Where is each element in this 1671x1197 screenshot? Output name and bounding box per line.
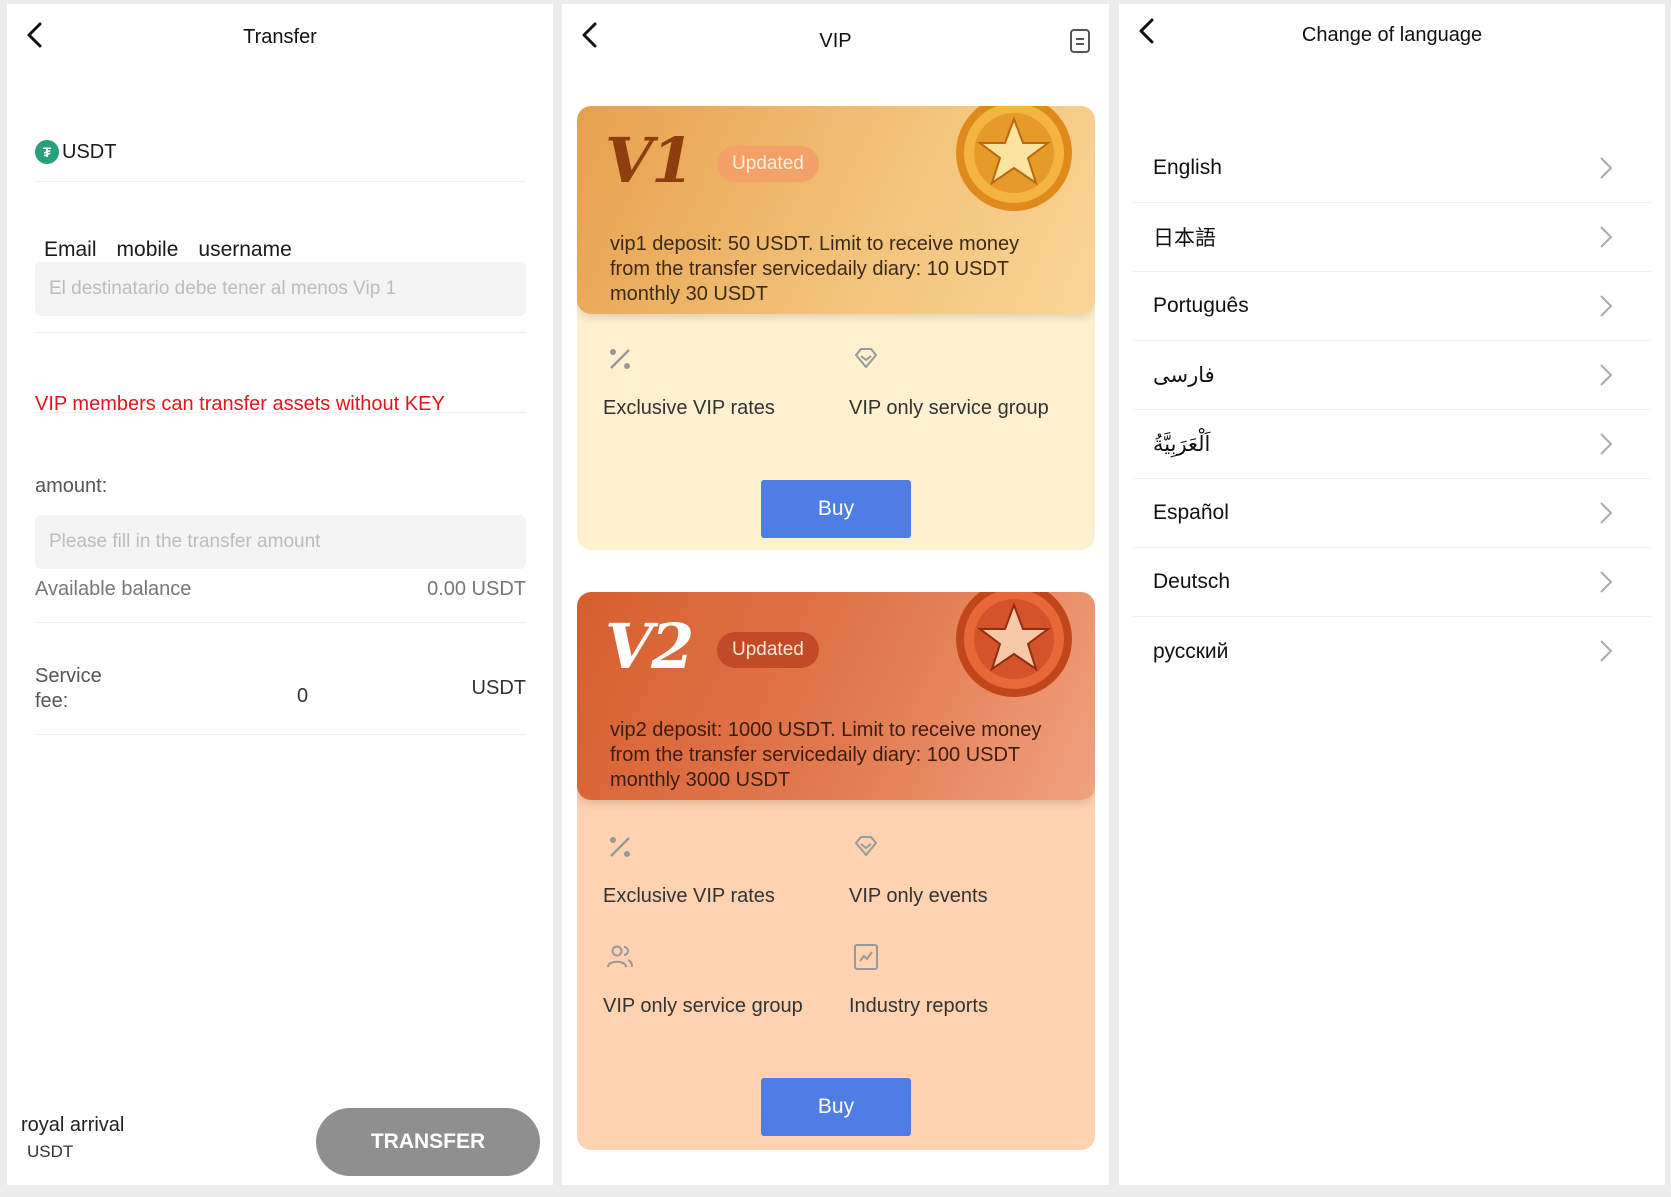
vip-level: V2 xyxy=(605,610,694,683)
chevron-right-icon xyxy=(1600,640,1613,662)
buy-button[interactable]: Buy xyxy=(761,480,911,538)
page-title: Transfer xyxy=(243,26,317,48)
language-item-portuguese[interactable]: Português xyxy=(1133,272,1651,341)
vip-card-v1: V1 Updated vip1 deposit: 50 USDT. Limit … xyxy=(577,106,1095,550)
language-label: فارسی xyxy=(1153,363,1215,387)
language-item-russian[interactable]: русский xyxy=(1133,617,1651,686)
document-icon[interactable] xyxy=(1069,28,1091,54)
percent-icon xyxy=(610,349,630,369)
star-medal-icon xyxy=(956,592,1072,697)
available-balance-value: 0.00 USDT xyxy=(427,578,526,600)
language-label: русский xyxy=(1153,639,1229,663)
feature-item: Exclusive VIP rates xyxy=(603,344,775,420)
feature-item: VIP only service group xyxy=(849,344,1049,420)
coin-selector[interactable]: ₮ USDT xyxy=(35,140,116,164)
language-label: Português xyxy=(1153,294,1249,317)
available-balance-label: Available balance xyxy=(35,578,192,600)
language-label: اَلْعَرَبِيَّةُ xyxy=(1153,432,1211,456)
divider xyxy=(35,622,526,623)
footer-account-name: royal arrival xyxy=(21,1114,125,1136)
buy-button[interactable]: Buy xyxy=(761,1078,911,1136)
vip-screen: VIP V1 Updated vip1 deposit: 50 USDT. Li… xyxy=(562,4,1109,1185)
users-icon xyxy=(607,945,633,968)
feature-item: Exclusive VIP rates xyxy=(603,832,775,908)
feature-label: VIP only service group xyxy=(603,995,803,1017)
page-title: VIP xyxy=(819,30,852,52)
amount-label: amount: xyxy=(35,475,108,497)
divider xyxy=(35,734,526,735)
vip-card-header: V1 Updated vip1 deposit: 50 USDT. Limit … xyxy=(577,106,1095,314)
page-title: Change of language xyxy=(1301,24,1483,46)
star-medal-icon xyxy=(956,106,1072,211)
service-fee-value: 0 xyxy=(297,685,309,707)
chevron-right-icon xyxy=(1600,226,1613,248)
diamond-icon xyxy=(855,348,877,368)
feature-item: Industry reports xyxy=(849,942,988,1018)
vip-description: vip1 deposit: 50 USDT. Limit to receive … xyxy=(610,233,1020,305)
vip-description: vip2 deposit: 1000 USDT. Limit to receiv… xyxy=(610,719,1042,791)
language-item-persian[interactable]: فارسی xyxy=(1133,341,1651,410)
transfer-button[interactable]: TRANSFER xyxy=(316,1108,540,1176)
transfer-screen: Transfer ₮ USDT Email mobile username VI… xyxy=(7,4,553,1185)
divider xyxy=(35,181,526,182)
feature-item: VIP only service group xyxy=(603,942,803,1018)
language-item-english[interactable]: English xyxy=(1133,134,1651,203)
language-item-arabic[interactable]: اَلْعَرَبِيَّةُ xyxy=(1133,410,1651,479)
recipient-input[interactable] xyxy=(35,262,526,316)
chevron-right-icon xyxy=(1600,571,1613,593)
language-label: Español xyxy=(1153,501,1229,524)
vip-card-header: V2 Updated vip2 deposit: 1000 USDT. Limi… xyxy=(577,592,1095,800)
diamond-icon xyxy=(855,836,877,856)
language-label: 日本語 xyxy=(1153,227,1216,250)
coin-name: USDT xyxy=(62,140,117,163)
language-label: English xyxy=(1153,156,1222,179)
percent-icon xyxy=(610,837,630,857)
chevron-right-icon xyxy=(1600,364,1613,386)
language-item-spanish[interactable]: Español xyxy=(1133,479,1651,548)
chevron-right-icon xyxy=(1600,295,1613,317)
footer-currency: USDT xyxy=(27,1142,74,1161)
chevron-right-icon xyxy=(1600,157,1613,179)
status-badge: Updated xyxy=(717,146,819,182)
language-item-german[interactable]: Deutsch xyxy=(1133,548,1651,617)
chevron-right-icon xyxy=(1600,502,1613,524)
report-icon xyxy=(854,944,878,970)
feature-label: Industry reports xyxy=(849,995,988,1017)
language-screen: Change of language English 日本語 Português… xyxy=(1119,4,1665,1185)
service-fee-label: Service fee: xyxy=(35,665,102,712)
vip-level: V1 xyxy=(605,124,694,197)
feature-item: VIP only events xyxy=(849,832,988,908)
language-item-japanese[interactable]: 日本語 xyxy=(1133,203,1651,272)
feature-label: Exclusive VIP rates xyxy=(603,397,775,419)
chevron-right-icon xyxy=(1600,433,1613,455)
divider xyxy=(35,412,526,413)
vip-card-v2: V2 Updated vip2 deposit: 1000 USDT. Limi… xyxy=(577,592,1095,1150)
service-fee-unit: USDT xyxy=(471,677,526,699)
divider xyxy=(35,332,526,333)
amount-input[interactable] xyxy=(35,515,526,569)
feature-label: VIP only events xyxy=(849,885,988,907)
feature-label: VIP only service group xyxy=(849,397,1049,419)
feature-label: Exclusive VIP rates xyxy=(603,885,775,907)
language-label: Deutsch xyxy=(1153,570,1231,593)
status-badge: Updated xyxy=(717,632,819,668)
tether-icon: ₮ xyxy=(35,140,59,164)
language-list: English 日本語 Português فارسی اَلْعَرَبِيَ… xyxy=(1133,134,1651,686)
